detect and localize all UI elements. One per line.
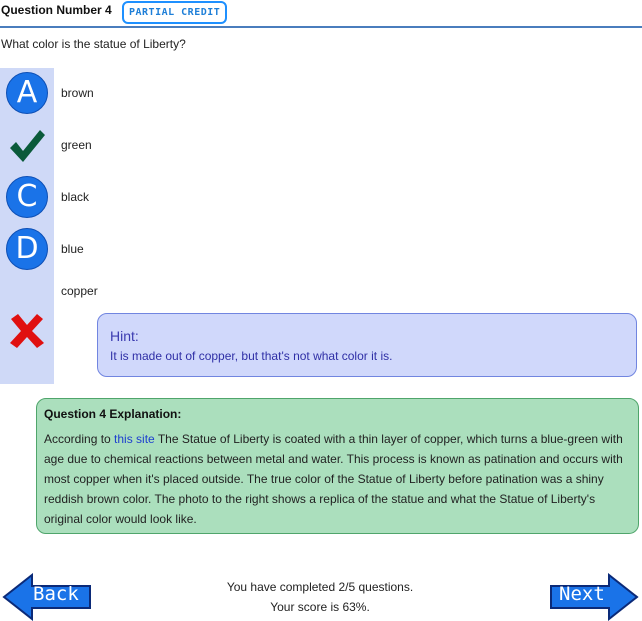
partial-credit-badge: PARTIAL CREDIT: [122, 1, 228, 24]
hint-box: Hint: It is made out of copper, but that…: [97, 313, 637, 377]
back-label: Back: [33, 583, 79, 605]
score-status: Your score is 63%.: [270, 600, 370, 614]
option-d-marker[interactable]: D: [6, 228, 48, 270]
option-c-letter: C: [6, 176, 48, 218]
question-text: What color is the statue of Liberty?: [1, 37, 186, 51]
question-header: Question Number 4 PARTIAL CREDIT: [0, 0, 642, 28]
explanation-source-link[interactable]: this site: [114, 432, 155, 446]
cross-icon: [10, 314, 44, 348]
option-c-label[interactable]: black: [61, 190, 89, 204]
question-number: Question Number 4: [1, 3, 112, 17]
option-d-letter: D: [6, 228, 48, 270]
next-label: Next: [559, 583, 605, 605]
explanation-box: Question 4 Explanation: According to thi…: [36, 398, 639, 534]
completion-status: You have completed 2/5 questions.: [226, 580, 414, 594]
explanation-title: Question 4 Explanation:: [44, 407, 182, 421]
option-a-label[interactable]: brown: [61, 86, 94, 100]
explanation-body: According to this site The Statue of Lib…: [44, 429, 631, 529]
explanation-prefix: According to: [44, 432, 115, 446]
next-button[interactable]: Next: [549, 573, 639, 621]
option-e-marker[interactable]: [6, 310, 48, 352]
option-e-label[interactable]: copper: [61, 284, 98, 298]
back-button[interactable]: Back: [2, 573, 92, 621]
option-c-marker[interactable]: C: [6, 176, 48, 218]
option-d-label[interactable]: blue: [61, 242, 84, 256]
option-a-letter: A: [6, 72, 48, 114]
option-a-marker[interactable]: A: [6, 72, 48, 114]
explanation-text: The Statue of Liberty is coated with a t…: [44, 432, 623, 526]
option-b-marker[interactable]: [6, 124, 48, 166]
check-icon: [10, 130, 45, 162]
option-b-label[interactable]: green: [61, 138, 92, 152]
hint-title: Hint:: [110, 328, 139, 344]
hint-text: It is made out of copper, but that's not…: [110, 349, 393, 363]
